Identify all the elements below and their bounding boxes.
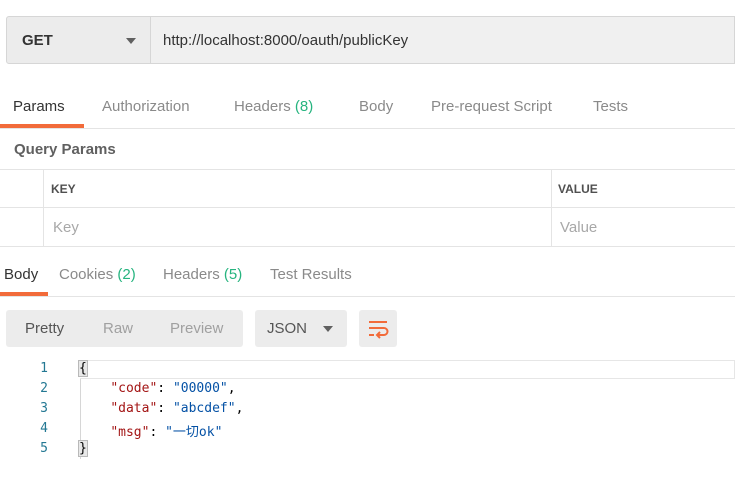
tab-label: Headers	[234, 98, 291, 115]
chevron-down-icon	[126, 38, 136, 44]
tab-headers[interactable]: Headers (8)	[234, 98, 313, 115]
code-line: }	[78, 440, 88, 457]
view-preview-button[interactable]: Preview	[170, 320, 223, 337]
code-line: "code": "00000",	[110, 381, 236, 396]
wrap-lines-icon	[369, 321, 389, 339]
method-select[interactable]: GET	[6, 16, 151, 64]
code-line: "data": "abcdef",	[110, 401, 244, 416]
value-input[interactable]: Value	[560, 219, 597, 236]
json-key: "data"	[110, 401, 158, 416]
json-value: "00000"	[172, 381, 228, 396]
request-tabs: Params Authorization Headers (8) Body Pr…	[0, 88, 735, 129]
open-brace: {	[78, 360, 88, 377]
line-number: 4	[40, 421, 48, 436]
code-line: {	[78, 360, 88, 377]
tab-label: Cookies	[59, 266, 114, 283]
method-label: GET	[22, 32, 53, 49]
view-mode-switch: Pretty Raw Preview	[6, 310, 243, 347]
tab-count-badge: (2)	[117, 266, 136, 283]
tab-label: Tests	[593, 98, 629, 115]
format-select[interactable]: JSON	[255, 310, 347, 347]
request-bar: GET http://localhost:8000/oauth/publicKe…	[0, 0, 735, 79]
json-value: "abcdef"	[172, 401, 236, 416]
tab-count-badge: (8)	[294, 98, 314, 115]
json-key: "msg"	[110, 425, 150, 440]
tab-label: Body	[4, 266, 39, 283]
tab-params[interactable]: Params	[13, 98, 65, 115]
column-header-key: KEY	[51, 182, 76, 196]
tab-pre-request-script[interactable]: Pre-request Script	[431, 98, 552, 115]
active-tab-indicator	[0, 292, 48, 296]
column-header-value: VALUE	[558, 182, 598, 196]
tab-response-body[interactable]: Body	[4, 266, 38, 283]
url-text: http://localhost:8000/oauth/publicKey	[163, 32, 409, 49]
tab-label: Test Results	[270, 266, 352, 283]
response-body-editor[interactable]: 1 2 3 4 5 { "code": "00000", "data": "ab…	[0, 358, 735, 491]
tab-tests[interactable]: Tests	[593, 98, 628, 115]
json-value: "一切ok"	[165, 425, 223, 440]
line-number: 5	[40, 441, 48, 456]
active-tab-indicator	[0, 124, 84, 128]
tab-label: Body	[359, 98, 394, 115]
chevron-down-icon	[323, 326, 333, 332]
tab-label: Pre-request Script	[431, 98, 552, 115]
tab-label: Headers	[163, 266, 220, 283]
tab-test-results[interactable]: Test Results	[270, 266, 352, 283]
tab-response-headers[interactable]: Headers (5)	[163, 266, 242, 283]
tab-label: Authorization	[102, 98, 190, 115]
query-params-table: KEY VALUE Key Value	[0, 169, 735, 247]
view-raw-button[interactable]: Raw	[103, 320, 133, 337]
column-divider	[43, 170, 44, 247]
response-tabs: Body Cookies (2) Headers (5) Test Result…	[0, 256, 735, 297]
active-line-highlight	[80, 360, 735, 379]
view-pretty-button[interactable]: Pretty	[25, 320, 64, 337]
row-divider	[0, 207, 735, 208]
query-params-title: Query Params	[14, 141, 116, 158]
tab-count-badge: (5)	[223, 266, 243, 283]
column-divider	[551, 170, 552, 247]
tab-label: Params	[13, 98, 65, 115]
json-key: "code"	[110, 381, 158, 396]
wrap-lines-button[interactable]	[359, 310, 397, 347]
tab-body[interactable]: Body	[359, 98, 393, 115]
line-number: 2	[40, 381, 48, 396]
line-number: 3	[40, 401, 48, 416]
close-brace: }	[78, 440, 88, 457]
tab-cookies[interactable]: Cookies (2)	[59, 266, 136, 283]
url-input[interactable]: http://localhost:8000/oauth/publicKey	[151, 16, 735, 64]
format-label: JSON	[267, 320, 308, 337]
code-line: "msg": "一切ok"	[110, 425, 223, 440]
tab-authorization[interactable]: Authorization	[102, 98, 190, 115]
line-number: 1	[40, 361, 48, 376]
key-input[interactable]: Key	[53, 219, 79, 236]
